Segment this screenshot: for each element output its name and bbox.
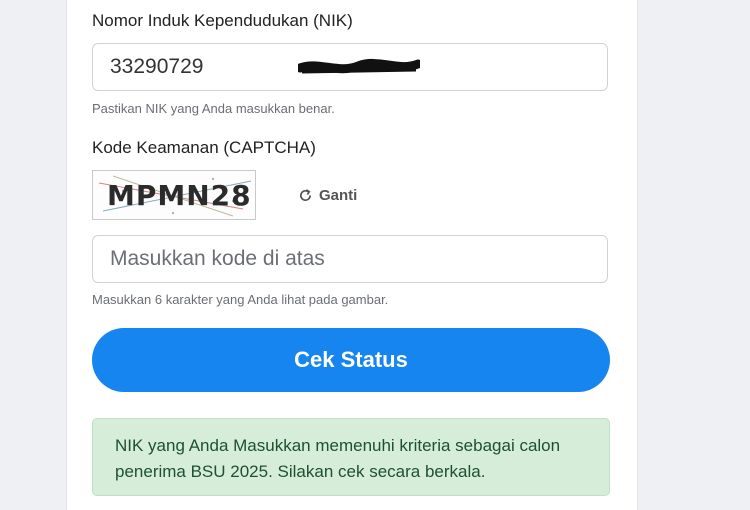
captcha-field[interactable]: [92, 235, 608, 283]
captcha-input[interactable]: [93, 236, 607, 282]
refresh-captcha-button[interactable]: Ganti: [298, 187, 357, 204]
captcha-label: Kode Keamanan (CAPTCHA): [92, 138, 316, 157]
refresh-icon: [299, 189, 312, 202]
captcha-code: MPMN28: [107, 179, 252, 212]
redaction-scribble: [298, 58, 420, 74]
nik-help-text: Pastikan NIK yang Anda masukkan benar.: [92, 101, 335, 116]
nik-field[interactable]: [92, 43, 608, 91]
captcha-image: MPMN28: [92, 170, 256, 220]
captcha-help-text: Masukkan 6 karakter yang Anda lihat pada…: [92, 292, 389, 307]
nik-label: Nomor Induk Kependudukan (NIK): [92, 11, 353, 30]
result-alert: NIK yang Anda Masukkan memenuhi kriteria…: [92, 418, 610, 496]
refresh-label: Ganti: [319, 187, 358, 204]
cek-status-button[interactable]: Cek Status: [92, 328, 610, 392]
